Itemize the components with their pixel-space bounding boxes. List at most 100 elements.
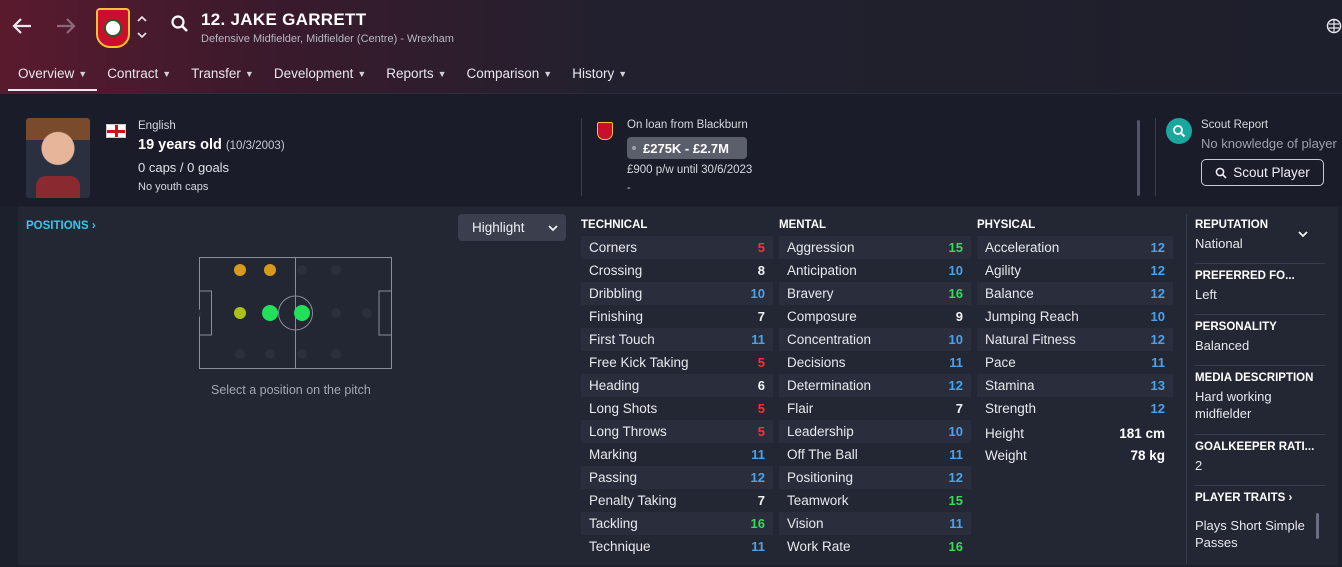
- attribute-name: Teamwork: [787, 493, 849, 508]
- globe-icon[interactable]: [1326, 18, 1342, 39]
- attribute-row[interactable]: Technique 11: [581, 535, 773, 558]
- attribute-row[interactable]: Bravery 16: [779, 282, 971, 305]
- attribute-row[interactable]: Long Shots 5: [581, 397, 773, 420]
- attribute-row[interactable]: Agility 12: [977, 259, 1173, 282]
- height-value: 181 cm: [1119, 426, 1165, 441]
- media-description-value: Hard working midfielder: [1195, 389, 1272, 421]
- attribute-name: Passing: [589, 470, 638, 485]
- tab-history[interactable]: History ▼: [562, 60, 637, 91]
- club-crest-icon[interactable]: [96, 8, 130, 48]
- attribute-name: Leadership: [787, 424, 854, 439]
- attribute-row[interactable]: Penalty Taking 7: [581, 489, 773, 512]
- attribute-row[interactable]: Determination 12: [779, 374, 971, 397]
- attribute-row[interactable]: Tackling 16: [581, 512, 773, 535]
- tab-transfer[interactable]: Transfer ▼: [181, 60, 264, 91]
- attribute-row[interactable]: Stamina 13: [977, 374, 1173, 397]
- attribute-value: 10: [948, 332, 963, 347]
- mental-header: MENTAL: [779, 219, 827, 231]
- attribute-name: Decisions: [787, 355, 846, 370]
- tab-development[interactable]: Development ▼: [264, 60, 376, 91]
- attribute-name: Work Rate: [787, 539, 851, 554]
- attribute-value: 12: [1150, 401, 1165, 416]
- positions-link[interactable]: POSITIONS ›: [26, 220, 96, 232]
- attribute-value: 16: [750, 516, 765, 531]
- tab-overview[interactable]: Overview ▼: [8, 60, 98, 91]
- attribute-name: Flair: [787, 401, 814, 416]
- tab-comparison[interactable]: Comparison ▼: [457, 60, 563, 91]
- attribute-row[interactable]: Strength 12: [977, 397, 1173, 420]
- scrollbar[interactable]: [1316, 513, 1319, 539]
- player-traits-value: Plays Short Simple Passes: [1195, 518, 1305, 550]
- attribute-value: 5: [757, 424, 765, 439]
- attribute-row[interactable]: Pace 11: [977, 351, 1173, 374]
- attribute-row[interactable]: Aggression 15: [779, 236, 971, 259]
- attribute-row[interactable]: Crossing 8: [581, 259, 773, 282]
- tab-contract[interactable]: Contract ▼: [97, 60, 181, 91]
- player-header: 12. JAKE GARRETT Defensive Midfielder, M…: [0, 0, 1342, 94]
- attribute-row[interactable]: Teamwork 15: [779, 489, 971, 512]
- attribute-value: 13: [1150, 378, 1165, 393]
- attribute-row[interactable]: Jumping Reach 10: [977, 305, 1173, 328]
- attribute-row[interactable]: Long Throws 5: [581, 420, 773, 443]
- chevron-down-icon: ▼: [618, 69, 628, 79]
- transfer-value[interactable]: £275K - £2.7M: [627, 137, 747, 159]
- attribute-name: Aggression: [787, 240, 855, 255]
- attribute-value: 10: [1150, 309, 1165, 324]
- attribute-value: 12: [948, 378, 963, 393]
- height-row: Height 181 cm: [985, 426, 1165, 441]
- divider: [1155, 118, 1156, 196]
- attribute-row[interactable]: Anticipation 10: [779, 259, 971, 282]
- attribute-value: 15: [948, 493, 963, 508]
- attribute-row[interactable]: First Touch 11: [581, 328, 773, 351]
- player-traits-link[interactable]: PLAYER TRAITS ›: [1195, 492, 1325, 504]
- attribute-value: 11: [949, 516, 963, 531]
- player-photo: [26, 118, 90, 198]
- attribute-name: Stamina: [985, 378, 1035, 393]
- attribute-row[interactable]: Balance 12: [977, 282, 1173, 305]
- attribute-row[interactable]: Natural Fitness 12: [977, 328, 1173, 351]
- attribute-row[interactable]: Vision 11: [779, 512, 971, 535]
- attribute-row[interactable]: Marking 11: [581, 443, 773, 466]
- chevron-down-icon: [547, 224, 558, 231]
- attribute-name: Dribbling: [589, 286, 643, 301]
- forward-arrow-icon[interactable]: [52, 12, 80, 40]
- attribute-row[interactable]: Flair 7: [779, 397, 971, 420]
- attribute-name: Tackling: [589, 516, 638, 531]
- attribute-row[interactable]: Free Kick Taking 5: [581, 351, 773, 374]
- attribute-row[interactable]: Leadership 10: [779, 420, 971, 443]
- position-pitch[interactable]: [199, 257, 392, 369]
- attribute-value: 11: [751, 447, 765, 462]
- technical-attributes: Corners 5 Crossing 8 Dribbling 10 Finishing 7 Fi…: [581, 236, 773, 558]
- attribute-row[interactable]: Concentration 10: [779, 328, 971, 351]
- player-traits-block: PLAYER TRAITS › Plays Short Simple Passe…: [1195, 492, 1325, 551]
- attribute-row[interactable]: Positioning 12: [779, 466, 971, 489]
- attribute-value: 12: [1150, 286, 1165, 301]
- scout-player-button[interactable]: Scout Player: [1201, 159, 1324, 186]
- attribute-row[interactable]: Passing 12: [581, 466, 773, 489]
- back-arrow-icon[interactable]: [8, 12, 36, 40]
- attribute-row[interactable]: Off The Ball 11: [779, 443, 971, 466]
- pitch-caption: Select a position on the pitch: [211, 383, 371, 397]
- player-up-down-icon[interactable]: [136, 13, 148, 41]
- attribute-row[interactable]: Composure 9: [779, 305, 971, 328]
- attribute-value: 11: [1151, 355, 1165, 370]
- tab-reports[interactable]: Reports ▼: [376, 60, 456, 91]
- england-flag-icon: [106, 124, 126, 138]
- attribute-row[interactable]: Decisions 11: [779, 351, 971, 374]
- chevron-down-icon[interactable]: [1297, 230, 1309, 238]
- attribute-row[interactable]: Acceleration 12: [977, 236, 1173, 259]
- attribute-row[interactable]: Finishing 7: [581, 305, 773, 328]
- attribute-row[interactable]: Heading 6: [581, 374, 773, 397]
- divider: [1195, 314, 1325, 315]
- attribute-value: 12: [948, 470, 963, 485]
- search-icon[interactable]: [170, 14, 190, 39]
- attribute-row[interactable]: Dribbling 10: [581, 282, 773, 305]
- highlight-dropdown[interactable]: Highlight: [458, 214, 566, 241]
- divider: [1195, 263, 1325, 264]
- attribute-row[interactable]: Work Rate 16: [779, 535, 971, 558]
- attribute-row[interactable]: Corners 5: [581, 236, 773, 259]
- scrollbar[interactable]: [1137, 120, 1140, 196]
- attribute-name: Positioning: [787, 470, 854, 485]
- position-marker: [262, 305, 278, 321]
- search-icon: [1215, 167, 1227, 179]
